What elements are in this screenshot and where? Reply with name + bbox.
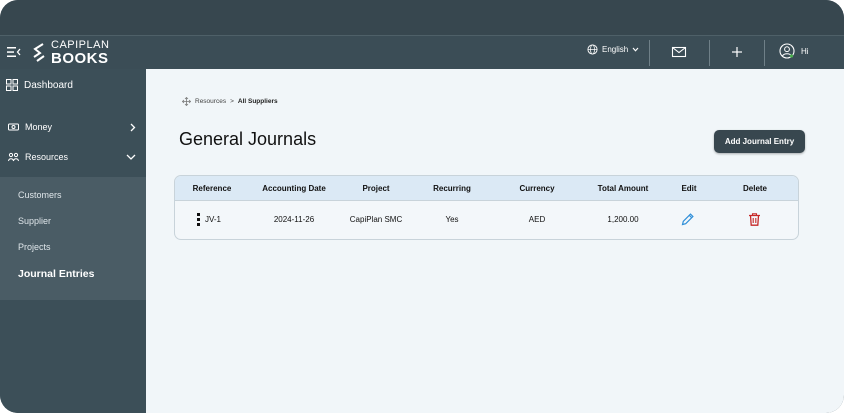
- chevron-right-icon: [130, 123, 136, 131]
- sidebar-item-label: Resources: [25, 152, 69, 162]
- table-header: Reference Accounting Date Project Recurr…: [175, 176, 798, 201]
- column-header: Recurring: [433, 184, 471, 193]
- chevron-down-icon: [632, 47, 639, 52]
- user-icon[interactable]: [779, 43, 795, 59]
- cell-reference: JV-1: [204, 215, 222, 224]
- language-label: English: [602, 45, 629, 54]
- page-title: General Journals: [179, 129, 317, 149]
- sidebar-item-supplier[interactable]: Supplier: [18, 216, 51, 226]
- dashboard-icon: [6, 79, 18, 91]
- sidebar-item-dashboard[interactable]: Dashboard: [6, 79, 73, 91]
- breadcrumb-current: All Suppliers: [237, 98, 278, 105]
- column-header: Project: [362, 184, 390, 193]
- user-greeting[interactable]: Hi: [801, 47, 809, 56]
- cell-currency: AED: [528, 215, 546, 224]
- money-icon: [8, 123, 19, 131]
- row-menu-icon[interactable]: [197, 213, 200, 226]
- app-logo[interactable]: CAPIPLAN BOOKS: [31, 40, 109, 66]
- header-divider: [709, 40, 710, 66]
- main-content: Resources > All Suppliers General Journa…: [146, 69, 844, 413]
- app-window: CAPIPLAN BOOKS English Hi Dashboard Mone…: [0, 0, 844, 413]
- sidebar: Dashboard Money Resources Customers Supp…: [0, 69, 146, 413]
- sidebar-item-journal-entries[interactable]: Journal Entries: [18, 268, 94, 280]
- column-header: Currency: [519, 184, 555, 193]
- journals-table: Reference Accounting Date Project Recurr…: [174, 175, 799, 240]
- cell-recurring: Yes: [445, 215, 459, 224]
- logo-bottom-text: BOOKS: [51, 50, 109, 67]
- delete-icon[interactable]: [747, 212, 762, 227]
- logo-mark-icon: [33, 43, 45, 62]
- sidebar-item-money[interactable]: Money: [8, 122, 136, 132]
- cell-accounting-date: 2024-11-26: [273, 215, 315, 224]
- add-journal-entry-button[interactable]: Add Journal Entry: [714, 130, 805, 153]
- column-header: Reference: [192, 184, 232, 193]
- column-header: Accounting Date: [262, 184, 326, 193]
- column-header: Edit: [681, 184, 697, 193]
- resources-icon: [8, 152, 19, 162]
- breadcrumb: Resources > All Suppliers: [182, 97, 278, 106]
- sidebar-item-label: Money: [25, 122, 53, 132]
- window-top-strip: [0, 0, 844, 35]
- header-divider: [649, 40, 650, 66]
- mail-icon[interactable]: [671, 44, 687, 60]
- column-header: Total Amount: [597, 184, 649, 193]
- header-divider: [764, 40, 765, 66]
- column-header: Delete: [742, 184, 768, 193]
- move-icon: [182, 97, 191, 106]
- top-header: CAPIPLAN BOOKS English Hi: [0, 35, 844, 69]
- sidebar-item-projects[interactable]: Projects: [18, 242, 51, 252]
- sidebar-item-customers[interactable]: Customers: [18, 190, 62, 200]
- sidebar-item-label: Dashboard: [24, 79, 73, 91]
- cell-total-amount: 1,200.00: [607, 215, 639, 224]
- breadcrumb-separator: >: [230, 98, 234, 105]
- cell-project: CapiPlan SMC: [349, 215, 403, 224]
- plus-icon[interactable]: [729, 44, 745, 60]
- globe-icon: [587, 44, 598, 55]
- sidebar-item-resources[interactable]: Resources: [8, 152, 136, 162]
- menu-icon[interactable]: [7, 46, 21, 58]
- chevron-down-icon: [126, 154, 136, 160]
- resources-submenu: Customers Supplier Projects Journal Entr…: [0, 177, 146, 300]
- language-selector[interactable]: English: [587, 44, 639, 55]
- breadcrumb-parent[interactable]: Resources: [195, 98, 226, 105]
- edit-icon[interactable]: [680, 212, 695, 227]
